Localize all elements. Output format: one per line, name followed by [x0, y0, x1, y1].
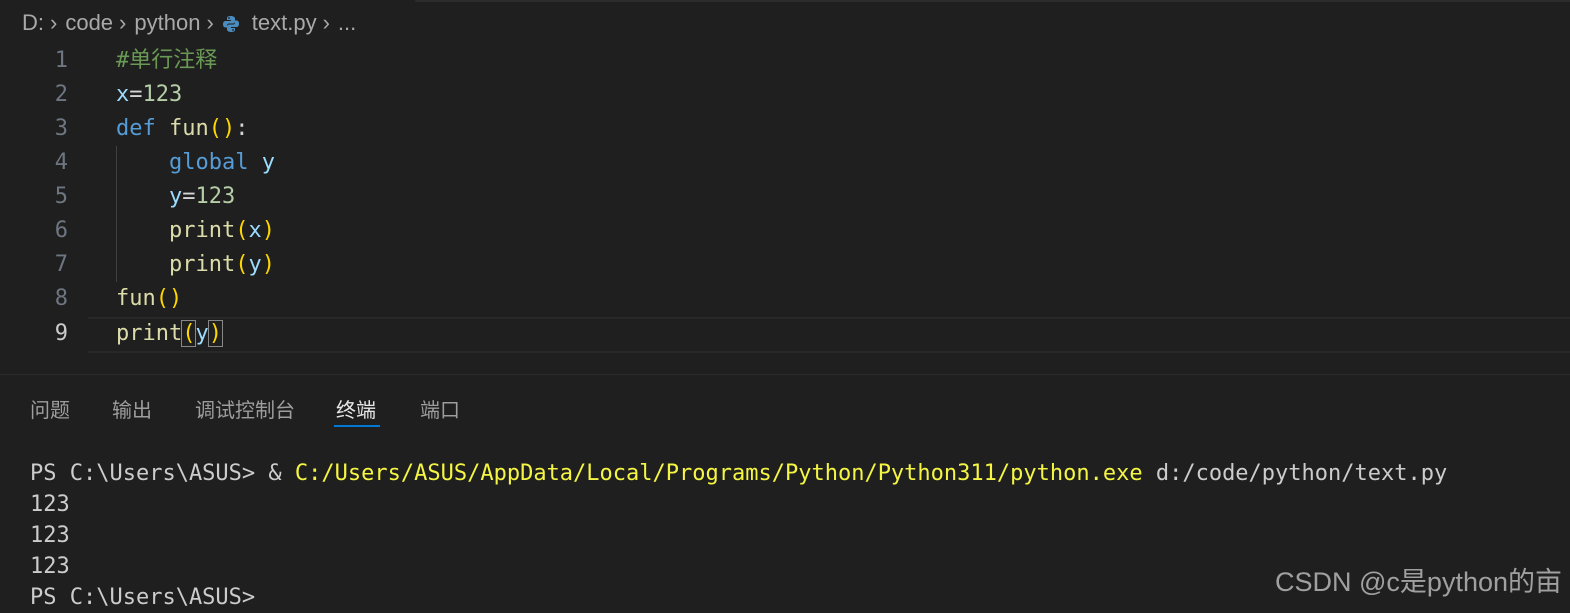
terminal-output-line: 123 [30, 492, 70, 517]
code-text[interactable]: #单行注释 [116, 44, 217, 78]
code-text[interactable]: print(y) [116, 248, 275, 282]
code-text[interactable]: y=123 [116, 180, 235, 214]
line-number: 6 [54, 218, 68, 243]
operator-token: : [235, 116, 249, 141]
bracket-token: ) [261, 218, 275, 243]
tab-output[interactable]: 输出 [112, 394, 152, 423]
function-token: fun [116, 286, 156, 311]
variable-token: y [248, 252, 262, 277]
comment-token: #单行注释 [116, 48, 218, 73]
bracket-token: ( [208, 116, 222, 141]
number-token: 123 [142, 82, 183, 107]
tab-bar-border [415, 0, 1570, 2]
number-token: 123 [195, 184, 236, 209]
function-token: fun [169, 116, 209, 141]
terminal-prompt: PS C:\Users\ASUS> & [30, 461, 295, 486]
code-text[interactable]: fun() [116, 282, 182, 316]
operator-token: = [129, 82, 143, 107]
code-line[interactable]: 6 print(x) [0, 214, 1570, 248]
python-file-icon [222, 16, 239, 32]
terminal-line: PS C:\Users\ASUS> & C:/Users/ASUS/AppDat… [30, 458, 1447, 489]
terminal-command-path: C:/Users/ASUS/AppData/Local/Programs/Pyt… [294, 461, 1143, 486]
breadcrumb-label: ... [337, 10, 357, 35]
code-text[interactable]: x=123 [116, 78, 182, 112]
bracket-token-matched: ) [207, 320, 224, 347]
operator-token: = [182, 184, 196, 209]
breadcrumb-item-code[interactable]: code [65, 10, 113, 36]
code-line[interactable]: 2 x=123 [0, 78, 1570, 112]
variable-token: x [248, 218, 262, 243]
breadcrumb-item-drive[interactable]: D: [22, 10, 44, 36]
chevron-right-icon: › [322, 10, 330, 35]
line-number: 8 [54, 286, 68, 311]
breadcrumb-label: python [134, 10, 201, 35]
code-text[interactable]: def fun(): [116, 112, 249, 146]
breadcrumb-label: code [65, 10, 114, 35]
code-text[interactable]: print(y) [116, 317, 224, 351]
breadcrumb: D: › code › python › text.py › ... [0, 0, 1570, 46]
chevron-right-icon: › [50, 10, 58, 35]
variable-token: y [261, 150, 275, 175]
code-line[interactable]: 1 #单行注释 [0, 44, 1570, 78]
breadcrumb-label: D: [22, 10, 44, 35]
breadcrumb-item-symbols[interactable]: ... [338, 10, 356, 36]
tab-terminal[interactable]: 终端 [336, 394, 376, 423]
function-token: print [168, 252, 236, 277]
watermark: CSDN @c是python的亩 [1275, 567, 1562, 597]
code-line[interactable]: 5 y=123 [0, 180, 1570, 214]
breadcrumb-item-file[interactable]: text.py [222, 10, 317, 36]
function-token: print [116, 321, 183, 346]
code-text[interactable]: print(x) [116, 214, 275, 248]
bracket-token: ( [235, 218, 249, 243]
code-line[interactable]: 4 global y [0, 146, 1570, 180]
line-number: 9 [54, 321, 68, 346]
line-number: 3 [54, 116, 68, 141]
terminal-command-arg: d:/code/python/text.py [1142, 461, 1448, 486]
variable-token: x [116, 82, 130, 107]
terminal-output-line: 123 [30, 554, 70, 579]
panel-divider[interactable] [0, 374, 1570, 375]
variable-token: y [168, 184, 183, 209]
bracket-token: ( [235, 252, 249, 277]
bracket-token: ) [261, 252, 275, 277]
function-token: print [168, 218, 236, 243]
terminal-output-line: 123 [30, 523, 70, 548]
line-number: 4 [54, 150, 68, 175]
bracket-token: ) [222, 116, 236, 141]
tab-problems[interactable]: 问题 [30, 394, 70, 423]
active-tab-indicator [334, 425, 380, 427]
line-number: 2 [54, 82, 68, 107]
code-text[interactable]: global y [116, 146, 275, 180]
chevron-right-icon: › [119, 10, 127, 35]
breadcrumb-label: text.py [251, 10, 317, 35]
code-line-current[interactable]: 9 print(y) [0, 317, 1570, 351]
tab-debug-console[interactable]: 调试控制台 [195, 394, 295, 423]
terminal-prompt: PS C:\Users\ASUS> [30, 585, 256, 610]
line-number: 5 [54, 184, 68, 209]
line-number: 1 [54, 48, 68, 73]
code-line[interactable]: 8 fun() [0, 282, 1570, 316]
variable-token: y [195, 321, 209, 346]
chevron-right-icon: › [206, 10, 214, 35]
keyword-token: def [116, 116, 156, 141]
line-number: 7 [54, 252, 68, 277]
code-line[interactable]: 3 def fun(): [0, 112, 1570, 146]
bracket-token: ( [155, 286, 169, 311]
bracket-token-matched: ( [181, 320, 197, 347]
tab-ports[interactable]: 端口 [420, 394, 460, 423]
code-editor[interactable]: 1 #单行注释 2 x=123 3 def fun(): 4 global y … [0, 44, 1570, 374]
terminal[interactable]: PS C:\Users\ASUS> & C:/Users/ASUS/AppDat… [30, 458, 1447, 613]
bracket-token: ) [169, 286, 183, 311]
code-line[interactable]: 7 print(y) [0, 248, 1570, 282]
keyword-token: global [168, 150, 249, 175]
panel-tabs: 问题 输出 调试控制台 终端 端口 [0, 388, 1570, 430]
breadcrumb-item-python[interactable]: python [134, 10, 200, 36]
